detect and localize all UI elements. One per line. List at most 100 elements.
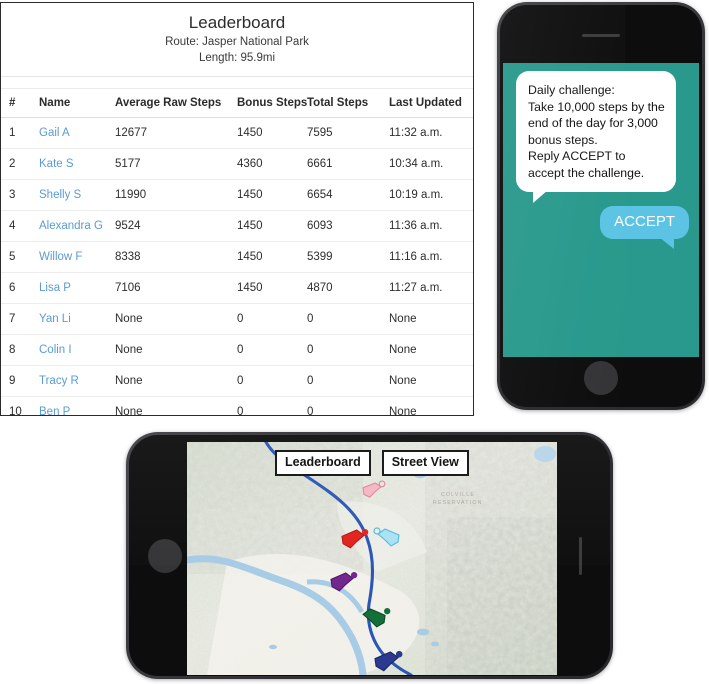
table-row: 6 Lisa P 7106 1450 4870 11:27 a.m. [1,272,473,304]
column-header-name[interactable]: Name [39,89,115,118]
column-header-bonus[interactable]: Bonus Steps [237,89,307,118]
map-label-reservation: RESERVATION [433,500,483,506]
cell-rank: 1 [1,117,39,149]
column-header-avg-steps[interactable]: Average Raw Steps [115,89,237,118]
cell-name[interactable]: Alexandra G [39,210,115,242]
column-header-rank[interactable]: # [1,89,39,118]
cell-total-steps: 0 [307,365,389,397]
cell-last-updated: 11:36 a.m. [389,210,473,242]
cell-bonus-steps: 1450 [237,210,307,242]
player-name-link[interactable]: Lisa P [39,282,71,294]
cell-last-updated: 10:34 a.m. [389,148,473,180]
phone-device-message: Daily challenge: Take 10,000 steps by th… [497,2,705,410]
cell-name[interactable]: Gail A [39,117,115,149]
cell-name[interactable]: Willow F [39,241,115,273]
cell-name[interactable]: Kate S [39,148,115,180]
phone-screen-bezel-map: COLVILLE RESERVATION Leaderboard Street … [129,435,610,676]
messaging-app-screen: Daily challenge: Take 10,000 steps by th… [503,63,699,357]
cell-name[interactable]: Lisa P [39,272,115,304]
cell-name[interactable]: Tracy R [39,365,115,397]
cell-rank: 10 [9,406,22,416]
player-name-link[interactable]: Ben P [39,406,70,415]
table-row: 1 Gail A 12677 1450 7595 11:32 a.m. [1,117,473,149]
home-button-map[interactable] [148,538,182,573]
page-title: Leaderboard [188,13,286,32]
cell-name[interactable]: Ben P [39,397,115,415]
map-button-group: Leaderboard Street View [275,450,469,476]
route-label: Route: Jasper National Park [165,36,309,48]
cell-total-steps: 5399 [307,241,389,273]
column-header-total[interactable]: Total Steps [307,89,389,118]
cell-average-raw-steps: None [115,406,143,416]
map-screen[interactable]: COLVILLE RESERVATION Leaderboard Street … [187,442,557,675]
cell-last-updated: None [389,303,473,335]
cell-last-updated: None [389,334,473,366]
speaker-slot-icon [582,34,620,37]
accept-reply-bubble[interactable]: ACCEPT [600,206,689,249]
map-label-colville: COLVILLE [441,492,475,498]
cell-last-updated: 11:27 a.m. [389,272,473,304]
speaker-slot-icon-map [579,536,582,575]
table-body: 1 Gail A 12677 1450 7595 11:32 a.m. 2 Kate S 517… [1,117,473,416]
cell-average-raw-steps: None [115,365,237,397]
cell-last-updated: 11:16 a.m. [389,241,473,273]
cell-average-raw-steps: None [115,303,237,335]
player-name-link[interactable]: Willow F [39,251,82,263]
cell-name[interactable]: Shelly S [39,179,115,211]
player-name-link[interactable]: Tracy R [39,375,79,387]
cell-last-updated: None [389,365,473,397]
cell-total-steps: 0 [307,303,389,335]
cell-bonus-steps: 1450 [237,241,307,273]
table-row: 3 Shelly S 11990 1450 6654 10:19 a.m. [1,179,473,211]
player-name-link[interactable]: Gail A [39,127,70,139]
cell-bonus-steps: 0 [237,334,307,366]
table-head: # Name Average Raw Steps Bonus Steps Tot… [1,89,473,118]
player-name-link[interactable]: Yan Li [39,313,71,325]
street-view-button[interactable]: Street View [381,450,469,476]
cell-bonus-steps: 1450 [237,272,307,304]
cell-average-raw-steps: 12677 [115,117,237,149]
cell-total-steps: 6093 [307,210,389,242]
leaderboard-table: # Name Average Raw Steps Bonus Steps Tot… [1,89,473,416]
cell-rank: 9 [1,365,39,397]
cell-name[interactable]: Colin I [39,334,115,366]
player-name-link[interactable]: Alexandra G [39,220,103,232]
cell-total-steps: 4870 [307,272,389,304]
cell-rank: 3 [1,179,39,211]
cell-bonus-steps: 0 [237,365,307,397]
cell-rank: 2 [1,148,39,180]
cell-total-steps: 0 [307,334,389,366]
phone-screen-bezel: Daily challenge: Take 10,000 steps by th… [500,5,702,407]
column-header-updated[interactable]: Last Updated [389,89,473,118]
header-spacer [1,77,473,89]
table-row: 8 Colin I None 0 0 None [1,334,473,366]
player-name-link[interactable]: Kate S [39,158,74,170]
leaderboard-header: Leaderboard Route: Jasper National Park … [1,3,473,77]
leaderboard-button[interactable]: Leaderboard [275,450,371,476]
cell-rank: 8 [1,334,39,366]
cell-total-steps: 6661 [307,148,389,180]
leaderboard-card: Leaderboard Route: Jasper National Park … [0,2,474,416]
cell-name[interactable]: Yan Li [39,303,115,335]
cell-average-raw-steps: 5177 [115,148,237,180]
cell-bonus-steps: 1450 [237,117,307,149]
incoming-message-bubble: Daily challenge: Take 10,000 steps by th… [516,71,676,203]
cell-bonus-steps: 1450 [237,179,307,211]
cell-average-raw-steps: 11990 [115,179,237,211]
cell-bonus-steps: 0 [237,406,244,416]
table-row: 7 Yan Li None 0 0 None [1,303,473,335]
player-name-link[interactable]: Shelly S [39,189,81,201]
cell-rank: 7 [1,303,39,335]
cell-last-updated: 10:19 a.m. [389,179,473,211]
cell-total-steps: 7595 [307,117,389,149]
cell-average-raw-steps: 8338 [115,241,237,273]
cell-bonus-steps: 0 [237,303,307,335]
home-button[interactable] [584,361,618,395]
table-row: 4 Alexandra G 9524 1450 6093 11:36 a.m. [1,210,473,242]
length-label: Length: 95.9mi [198,52,276,64]
map-terrain-image: COLVILLE RESERVATION [187,442,557,675]
table-header-row: # Name Average Raw Steps Bonus Steps Tot… [1,89,473,118]
cell-average-raw-steps: 9524 [115,210,237,242]
player-name-link[interactable]: Colin I [39,344,72,356]
cell-average-raw-steps: None [115,334,237,366]
